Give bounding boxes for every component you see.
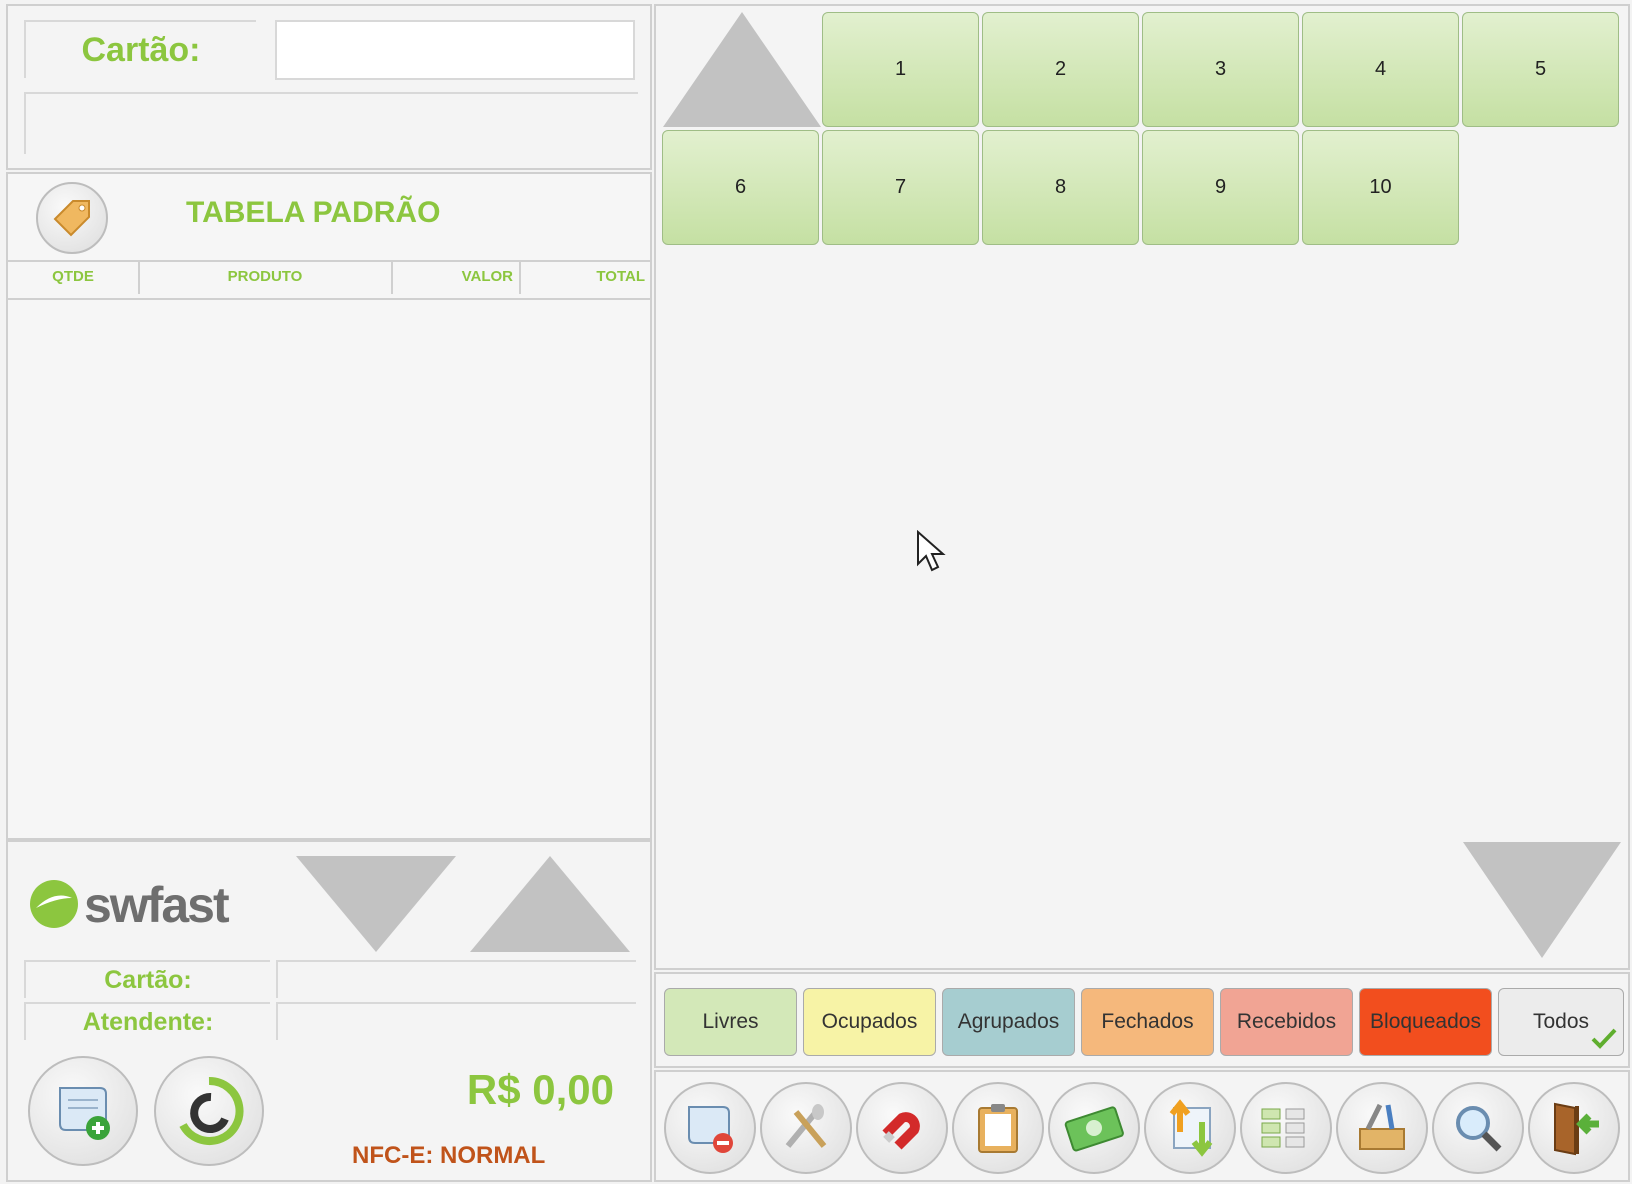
clipboard-icon: [978, 1104, 1018, 1153]
table-tile-7[interactable]: 7: [822, 130, 979, 245]
card-panel: Cartão:: [6, 4, 652, 170]
column-header-qtde[interactable]: QTDE: [8, 260, 138, 294]
card-label: Cartão:: [81, 30, 201, 69]
table-tile-1[interactable]: 1: [822, 12, 979, 127]
new-order-icon: [59, 1087, 110, 1140]
utensils-icon: [785, 1104, 827, 1148]
table-tile-4[interactable]: 4: [1302, 12, 1459, 127]
cancel-order-button[interactable]: [664, 1082, 756, 1174]
group-tables-icon: [1261, 1108, 1305, 1148]
exit-door-icon: [1554, 1102, 1599, 1156]
price-table-button[interactable]: [36, 182, 108, 254]
scroll-up-button[interactable]: [470, 856, 630, 952]
table-tile-8[interactable]: 8: [982, 130, 1139, 245]
tables-scroll-down-button[interactable]: [1463, 842, 1621, 958]
table-tile-10[interactable]: 10: [1302, 130, 1459, 245]
card-input[interactable]: [275, 20, 635, 80]
filter-livres[interactable]: Livres: [664, 988, 797, 1056]
checkmark-icon: [1591, 1028, 1617, 1049]
refresh-icon: [179, 1076, 244, 1145]
table-tile-3[interactable]: 3: [1142, 12, 1299, 127]
filter-bloqueados[interactable]: Bloqueados: [1359, 988, 1492, 1056]
scroll-down-button[interactable]: [296, 856, 456, 952]
filter-fechados[interactable]: Fechados: [1081, 988, 1214, 1056]
table-tile-5[interactable]: 5: [1462, 12, 1619, 127]
card-label-box: Cartão:: [24, 20, 256, 78]
column-header-valor[interactable]: VALOR: [393, 260, 513, 294]
nfce-status: NFC-E: NORMAL: [352, 1142, 546, 1169]
filter-recebidos[interactable]: Recebidos: [1220, 988, 1353, 1056]
exit-button[interactable]: [1528, 1082, 1620, 1174]
products-button[interactable]: [760, 1082, 852, 1174]
tools-button[interactable]: [1336, 1082, 1428, 1174]
attract-button[interactable]: [856, 1082, 948, 1174]
footer-attendant-label-box: Atendente:: [24, 1002, 270, 1040]
column-header-produto[interactable]: PRODUTO: [140, 260, 390, 294]
filter-todos-label: Todos: [1532, 1010, 1590, 1033]
clipboard-button[interactable]: [952, 1082, 1044, 1174]
column-header-total[interactable]: TOTAL: [521, 260, 645, 294]
tools-icon: [1359, 1103, 1405, 1150]
new-order-button[interactable]: [28, 1056, 138, 1166]
footer-attendant-value: [276, 1002, 636, 1040]
mouse-cursor-icon: [917, 530, 946, 572]
footer-card-label-box: Cartão:: [24, 960, 270, 998]
transfer-icon: [1169, 1099, 1213, 1157]
price-tag-icon: [53, 200, 90, 237]
footer-attendant-label: Atendente:: [82, 1008, 214, 1036]
card-info-box: [24, 92, 638, 154]
order-total: R$ 0,00: [466, 1066, 614, 1113]
brand-logo: swfast: [26, 874, 246, 934]
summary-panel: swfast Cartão: Atendente: R$ 0,00 NFC-E:…: [6, 840, 652, 1182]
filter-agrupados[interactable]: Agrupados: [942, 988, 1075, 1056]
search-button[interactable]: [1432, 1082, 1524, 1174]
table-tile-9[interactable]: 9: [1142, 130, 1299, 245]
brand-name: swfast: [84, 877, 230, 933]
swfast-logo-icon: [30, 880, 78, 928]
transfer-button[interactable]: [1144, 1082, 1236, 1174]
remove-order-icon: [688, 1106, 733, 1153]
money-icon: [1064, 1106, 1124, 1152]
group-tables-button[interactable]: [1240, 1082, 1332, 1174]
tables-scroll-up-button[interactable]: [663, 12, 821, 127]
sync-button[interactable]: [154, 1056, 264, 1166]
price-table-name: TABELA PADRÃO: [186, 196, 441, 229]
table-tile-6[interactable]: 6: [662, 130, 819, 245]
table-tile-2[interactable]: 2: [982, 12, 1139, 127]
footer-card-value: [276, 960, 636, 998]
order-items-list[interactable]: [8, 296, 650, 838]
footer-card-label: Cartão:: [104, 966, 192, 994]
search-icon: [1456, 1106, 1502, 1152]
payment-button[interactable]: [1048, 1082, 1140, 1174]
magnet-icon: [882, 1112, 920, 1150]
filter-ocupados[interactable]: Ocupados: [803, 988, 936, 1056]
filter-todos[interactable]: Todos: [1498, 988, 1624, 1056]
